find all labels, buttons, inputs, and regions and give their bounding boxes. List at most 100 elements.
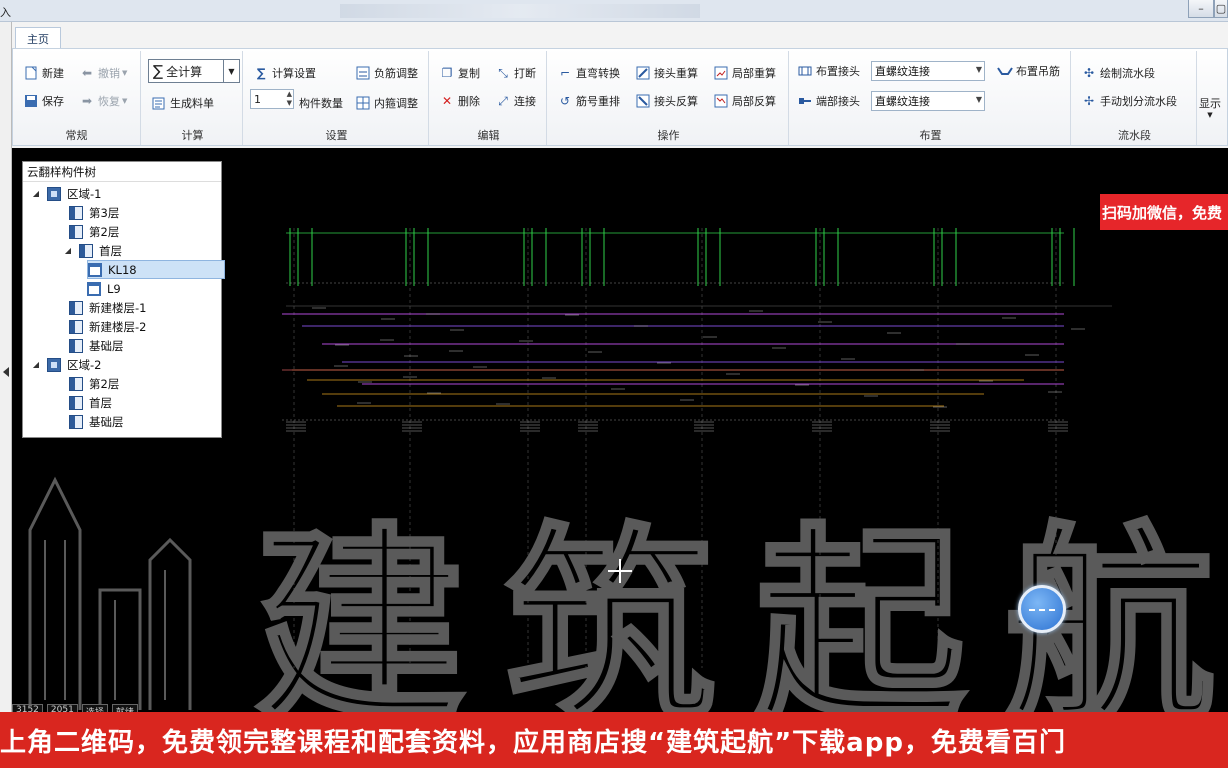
save-button[interactable]: 保存 [23,91,64,111]
local-recalc-button[interactable]: 局部重算 [713,63,776,83]
hanger-icon [997,63,1013,79]
floor-icon [69,300,83,315]
group-flow: ✣ 绘制流水段 ✢ 手动划分流水段 流水段 [1073,51,1197,145]
floor-icon [79,243,93,258]
tree-node-beam[interactable]: KL18 [87,260,225,279]
manual-flow-button[interactable]: ✢ 手动划分流水段 [1081,91,1177,111]
floor-icon [69,319,83,334]
ad-banner-bottom[interactable]: 上角二维码，免费领完整课程和配套资料，应用商店搜“建筑起航”下载app，免费看百… [0,712,1228,768]
tree-node-label: 基础层 [89,338,124,353]
tree-node-floor[interactable]: 首层 [69,393,112,412]
tree-node-beam[interactable]: L9 [87,279,121,298]
ribbon: 主页 新建 保存 ⬅ 撤销 ▼ ➡ 恢复 ▼ 常规 ∑ 全计算 ▼ 生成料单 计… [12,22,1228,148]
group-operate: ⌐ 直弯转换 ↺ 筋号重排 接头重算 接头反算 局部重算 局部反算 操作 [549,51,789,145]
minimize-button[interactable]: – [1188,0,1214,18]
sigma-gear-icon: ∑ [256,66,266,80]
tree-node-floor[interactable]: 新建楼层-1 [69,298,146,317]
joint-icon [635,65,651,81]
calc-settings-button[interactable]: ∑ 计算设置 [253,63,316,83]
calc-all-button[interactable]: ∑ 全计算 ▼ [148,59,240,83]
group-label: 操作 [657,129,680,142]
local-reverse-button[interactable]: 局部反算 [713,91,776,111]
delete-button[interactable]: ✕ 删除 [439,91,480,111]
group-label: 设置 [325,129,348,142]
tree-node-label: L9 [107,281,121,296]
ribbon-body: 新建 保存 ⬅ 撤销 ▼ ➡ 恢复 ▼ 常规 ∑ 全计算 ▼ 生成料单 计算 ∑… [12,48,1228,146]
tree-node-floor[interactable]: ◢ 首层 [63,241,122,260]
floating-assist-ball[interactable] [1018,585,1066,633]
group-label: 计算 [181,129,204,142]
place-joint-button[interactable]: 布置接头 [797,61,860,81]
reorder-icon: ↺ [559,94,571,108]
tree-node-floor[interactable]: 第2层 [69,374,119,393]
local-reverse-icon [713,93,729,109]
joint-reverse-button[interactable]: 接头反算 [635,91,698,111]
expand-triangle-icon[interactable]: ◢ [31,360,41,369]
tree-node-area[interactable]: ◢ 区域-1 [31,184,101,203]
local-recalc-icon [713,65,729,81]
ad-banner-top[interactable]: 扫码加微信，免费 [1100,194,1228,230]
inner-anchor-button[interactable]: 内箍调整 [355,93,418,113]
group-display: 显示 ▼ [1199,51,1228,145]
tree-node-label: 第2层 [89,376,120,391]
chevron-down-icon[interactable]: ▼ [223,60,239,82]
expand-triangle-icon[interactable]: ◢ [31,189,41,198]
tree-node-floor[interactable]: 基础层 [69,412,124,431]
copy-button[interactable]: ❐ 复制 [439,63,480,83]
left-collapse-strip[interactable] [0,22,12,712]
break-button[interactable]: ⤡ 打断 [495,63,536,83]
negative-rebar-button[interactable]: 负筋调整 [355,63,418,83]
chevron-down-icon: ▼ [975,65,982,74]
floor-icon [69,395,83,410]
tree-node-label: 第2层 [89,224,120,239]
blurred-title [340,4,700,18]
group-label: 常规 [65,129,88,142]
tree-node-floor[interactable]: 基础层 [69,336,124,355]
grid-icon [355,95,371,111]
group-label: 布置 [919,129,942,142]
component-count-input[interactable]: 1 ▲ ▼ [250,89,294,109]
floor-icon [69,338,83,353]
end-joint-button[interactable]: 端部接头 [797,91,860,111]
tree-node-label: 区域-2 [67,357,102,372]
connect-button[interactable]: ⤢ 连接 [495,91,536,111]
joint-recalc-button[interactable]: 接头重算 [635,63,698,83]
end-joint-icon [797,93,813,109]
generate-list-button[interactable]: 生成料单 [151,93,214,113]
group-general: 新建 保存 ⬅ 撤销 ▼ ➡ 恢复 ▼ 常规 [13,51,141,145]
group-calc: ∑ 全计算 ▼ 生成料单 计算 [143,51,243,145]
joint-reverse-icon [635,93,651,109]
draw-flow-icon: ✣ [1083,66,1095,80]
rebar-reorder-button[interactable]: ↺ 筋号重排 [557,91,620,111]
beam-icon [87,281,101,296]
tree-node-label: 区域-1 [67,186,102,201]
redo-button[interactable]: ➡ 恢复 ▼ [79,91,127,111]
group-settings: ∑ 计算设置 1 ▲ ▼ 构件数量 负筋调整 内箍调整 设置 [245,51,429,145]
floor-icon [69,376,83,391]
floor-icon [69,205,83,220]
new-button[interactable]: 新建 [23,63,64,83]
tab-home[interactable]: 主页 [15,27,61,49]
rebar-icon [355,65,371,81]
group-edit: ❐ 复制 ✕ 删除 ⤡ 打断 ⤢ 连接 编辑 [431,51,547,145]
draw-flow-button[interactable]: ✣ 绘制流水段 [1081,63,1155,83]
expand-triangle-icon[interactable]: ◢ [63,246,73,255]
tree-title: 云翻样构件树 [23,162,221,182]
undo-button[interactable]: ⬅ 撤销 ▼ [79,63,127,83]
tree-node-floor[interactable]: 新建楼层-2 [69,317,146,336]
display-button[interactable]: 显示 ▼ [1199,95,1221,125]
spin-arrows-icon[interactable]: ▲ ▼ [287,90,292,108]
connect-icon: ⤢ [498,93,508,108]
joint-type-select-2[interactable]: 直螺纹连接 ▼ [871,91,985,111]
tree-node-floor[interactable]: 第3层 [69,203,119,222]
straight-bend-button[interactable]: ⌐ 直弯转换 [557,63,620,83]
tree-node-floor[interactable]: 第2层 [69,222,119,241]
collapse-arrow-icon[interactable] [3,367,9,377]
tree-node-area[interactable]: ◢ 区域-2 [31,355,101,374]
tree-node-label: 新建楼层-1 [89,300,147,315]
copy-icon: ❐ [441,66,453,80]
list-icon [151,95,167,111]
joint-type-select-1[interactable]: 直螺纹连接 ▼ [871,61,985,81]
maximize-button[interactable]: ▢ [1214,0,1228,18]
place-hanger-button[interactable]: 布置吊筋 [997,61,1060,81]
